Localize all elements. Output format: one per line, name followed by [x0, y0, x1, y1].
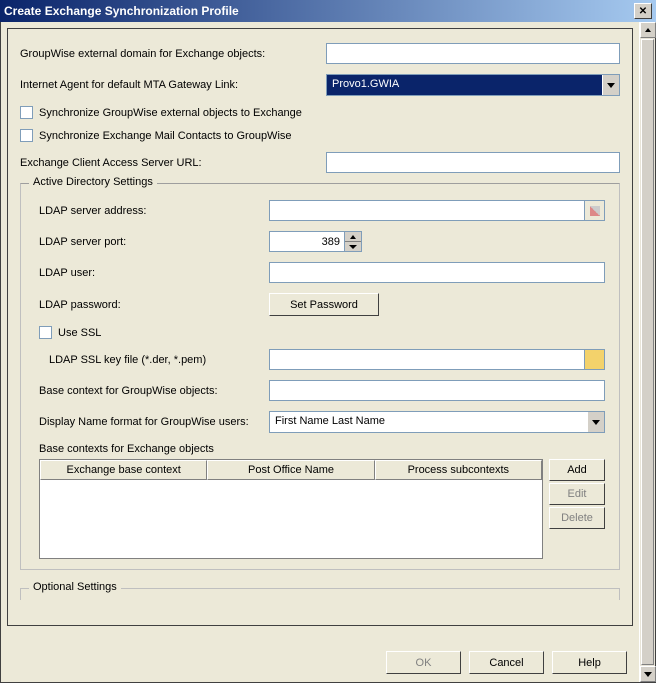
edit-button[interactable]: Edit [549, 483, 605, 505]
ldap-server-label: LDAP server address: [39, 205, 269, 217]
sync-gw-to-ex-label: Synchronize GroupWise external objects t… [39, 107, 302, 119]
ldap-port-input[interactable] [269, 231, 345, 252]
chevron-down-icon[interactable] [587, 412, 604, 432]
use-ssl-label: Use SSL [58, 327, 101, 339]
dialog-buttons: OK Cancel Help [386, 651, 627, 674]
external-domain-input[interactable] [326, 43, 620, 64]
ad-settings-legend: Active Directory Settings [29, 176, 157, 188]
display-name-fmt-dropdown[interactable]: First Name Last Name [269, 411, 605, 433]
window-body: GroupWise external domain for Exchange o… [0, 22, 656, 683]
chevron-down-icon[interactable] [602, 75, 619, 95]
base-ctx-gw-label: Base context for GroupWise objects: [39, 385, 269, 397]
optional-settings-legend: Optional Settings [29, 581, 121, 593]
table-body [40, 480, 542, 558]
add-button[interactable]: Add [549, 459, 605, 481]
external-domain-label: GroupWise external domain for Exchange o… [20, 48, 326, 60]
use-ssl-checkbox[interactable] [39, 326, 52, 339]
ssl-key-label: LDAP SSL key file (*.der, *.pem) [49, 354, 269, 366]
cancel-button[interactable]: Cancel [469, 651, 544, 674]
ldap-port-spinner[interactable] [269, 231, 362, 252]
vertical-scrollbar[interactable] [639, 22, 655, 682]
set-password-button[interactable]: Set Password [269, 293, 379, 316]
window-title: Create Exchange Synchronization Profile [4, 4, 634, 18]
display-name-fmt-value: First Name Last Name [270, 412, 587, 432]
ok-button[interactable]: OK [386, 651, 461, 674]
folder-icon[interactable] [585, 349, 605, 370]
ldap-user-label: LDAP user: [39, 267, 269, 279]
col-exchange-base[interactable]: Exchange base context [40, 460, 207, 480]
scroll-up-icon[interactable] [640, 22, 656, 38]
ldap-server-input[interactable] [269, 200, 585, 221]
titlebar: Create Exchange Synchronization Profile … [0, 0, 656, 22]
ssl-key-input[interactable] [269, 349, 585, 370]
col-po-name[interactable]: Post Office Name [207, 460, 374, 480]
ldap-user-input[interactable] [269, 262, 605, 283]
delete-button[interactable]: Delete [549, 507, 605, 529]
spinner-up-icon[interactable] [345, 232, 361, 242]
sync-ex-to-gw-checkbox[interactable] [20, 129, 33, 142]
scrollbar-thumb[interactable] [641, 39, 654, 665]
main-panel: GroupWise external domain for Exchange o… [7, 28, 633, 626]
internet-agent-dropdown[interactable]: Provo1.GWIA [326, 74, 620, 96]
base-ctx-ex-label: Base contexts for Exchange objects [39, 443, 605, 455]
content-area: GroupWise external domain for Exchange o… [1, 22, 639, 682]
internet-agent-value: Provo1.GWIA [327, 75, 602, 95]
col-process-sub[interactable]: Process subcontexts [375, 460, 542, 480]
help-button[interactable]: Help [552, 651, 627, 674]
spinner-down-icon[interactable] [345, 242, 361, 251]
close-button[interactable]: ✕ [634, 3, 652, 19]
ldap-password-label: LDAP password: [39, 299, 269, 311]
cas-url-label: Exchange Client Access Server URL: [20, 157, 326, 169]
table-header: Exchange base context Post Office Name P… [40, 460, 542, 480]
optional-settings-group: Optional Settings [20, 588, 620, 600]
display-name-fmt-label: Display Name format for GroupWise users: [39, 416, 269, 428]
sync-ex-to-gw-label: Synchronize Exchange Mail Contacts to Gr… [39, 130, 292, 142]
sync-gw-to-ex-checkbox[interactable] [20, 106, 33, 119]
cas-url-input[interactable] [326, 152, 620, 173]
base-ctx-gw-input[interactable] [269, 380, 605, 401]
pencil-icon[interactable] [585, 200, 605, 221]
scroll-down-icon[interactable] [640, 666, 656, 682]
ldap-port-label: LDAP server port: [39, 236, 269, 248]
ad-settings-group: Active Directory Settings LDAP server ad… [20, 183, 620, 570]
internet-agent-label: Internet Agent for default MTA Gateway L… [20, 79, 326, 91]
exchange-contexts-table[interactable]: Exchange base context Post Office Name P… [39, 459, 543, 559]
